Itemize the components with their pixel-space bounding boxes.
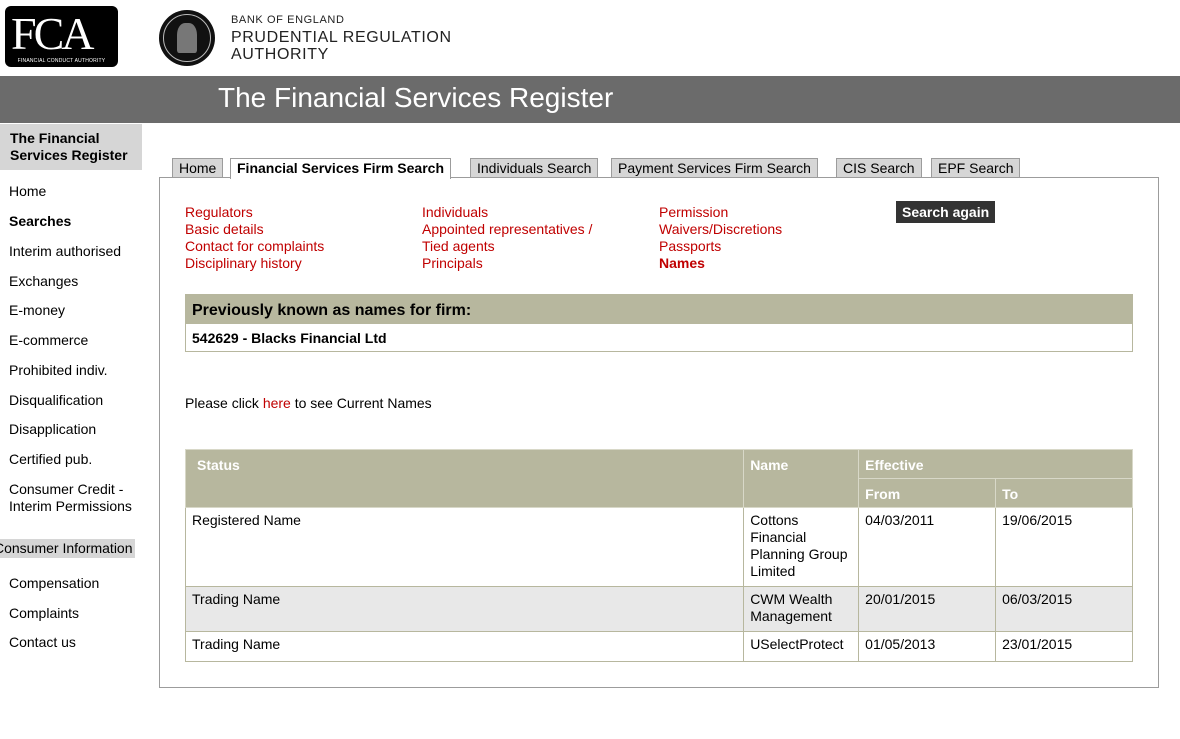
sidebar-item-exchanges[interactable]: Exchanges bbox=[9, 273, 78, 290]
col-header-from: From bbox=[858, 478, 997, 508]
previous-names-firm: 542629 - Blacks Financial Ltd bbox=[192, 330, 387, 346]
sidebar-item-interim-authorised[interactable]: Interim authorised bbox=[9, 243, 121, 260]
col-header-name: Name bbox=[743, 449, 860, 508]
previous-names-header: Previously known as names for firm: bbox=[186, 295, 1132, 324]
previous-names-heading: Previously known as names for firm: bbox=[192, 302, 472, 319]
current-names-suffix: to see Current Names bbox=[290, 395, 432, 411]
banner-title: The Financial Services Register bbox=[218, 82, 614, 113]
previous-names-box: Previously known as names for firm: 5426… bbox=[185, 294, 1133, 352]
cell-to: 19/06/2015 bbox=[995, 507, 1133, 587]
cell-name: Cottons Financial Planning Group Limited bbox=[743, 507, 860, 587]
cell-to: 23/01/2015 bbox=[995, 631, 1133, 662]
tab-cis-search[interactable]: CIS Search bbox=[836, 158, 922, 177]
sidebar-title-box[interactable]: The Financial Services Register bbox=[0, 124, 142, 170]
tab-epf-search[interactable]: EPF Search bbox=[931, 158, 1021, 177]
col-header-effective: Effective bbox=[858, 449, 1133, 479]
col-header-to: To bbox=[995, 478, 1133, 508]
sidebar-item-contact-us[interactable]: Contact us bbox=[9, 634, 76, 651]
cell-status: Trading Name bbox=[184, 631, 745, 662]
sidebar-title: The Financial Services Register bbox=[10, 130, 128, 163]
sidebar-item-certified-pub[interactable]: Certified pub. bbox=[9, 451, 92, 468]
current-names-prompt: Please click here to see Current Names bbox=[185, 395, 432, 411]
link-principals[interactable]: Principals bbox=[422, 255, 483, 272]
sidebar-consumer-header: Consumer Information bbox=[0, 539, 135, 558]
link-tied-agents[interactable]: Tied agents bbox=[422, 238, 495, 255]
tab-home[interactable]: Home bbox=[172, 158, 224, 177]
sidebar-item-searches[interactable]: Searches bbox=[9, 213, 71, 230]
link-names[interactable]: Names bbox=[659, 255, 705, 272]
pra-line-2: PRUDENTIAL REGULATION bbox=[231, 29, 452, 46]
sidebar-item-disapplication[interactable]: Disapplication bbox=[9, 421, 96, 438]
pra-logo-text[interactable]: BANK OF ENGLAND PRUDENTIAL REGULATION AU… bbox=[231, 12, 452, 63]
cell-to: 06/03/2015 bbox=[995, 586, 1133, 632]
link-contact-for-complaints[interactable]: Contact for complaints bbox=[185, 238, 324, 255]
pra-line-1: BANK OF ENGLAND bbox=[231, 14, 345, 26]
sidebar-item-consumer-credit[interactable]: Consumer Credit - Interim Permissions bbox=[9, 481, 144, 515]
cell-status: Trading Name bbox=[184, 586, 745, 632]
bank-of-england-seal-icon bbox=[159, 10, 215, 66]
col-header-status: Status bbox=[184, 449, 745, 508]
tab-payment-services-firm-search[interactable]: Payment Services Firm Search bbox=[611, 158, 818, 177]
cell-from: 20/01/2015 bbox=[858, 586, 997, 632]
table-row: Registered Name Cottons Financial Planni… bbox=[184, 507, 1133, 587]
sidebar-item-prohibited-indiv[interactable]: Prohibited indiv. bbox=[9, 362, 108, 379]
cell-name: CWM Wealth Management bbox=[743, 586, 860, 632]
cell-from: 04/03/2011 bbox=[858, 507, 997, 587]
sidebar-item-home[interactable]: Home bbox=[9, 183, 46, 200]
link-waivers-discretions[interactable]: Waivers/Discretions bbox=[659, 221, 782, 238]
link-basic-details[interactable]: Basic details bbox=[185, 221, 264, 238]
fca-logo-text: FCA bbox=[11, 8, 95, 59]
current-names-prefix: Please click bbox=[185, 395, 263, 411]
cell-name: USelectProtect bbox=[743, 631, 860, 662]
link-regulators[interactable]: Regulators bbox=[185, 204, 253, 221]
table-row: Trading Name CWM Wealth Management 20/01… bbox=[184, 586, 1133, 632]
table-row: Trading Name USelectProtect 01/05/2013 2… bbox=[184, 631, 1133, 662]
sidebar-item-e-money[interactable]: E-money bbox=[9, 302, 65, 319]
sidebar-item-compensation[interactable]: Compensation bbox=[9, 575, 99, 592]
sidebar-item-e-commerce[interactable]: E-commerce bbox=[9, 332, 88, 349]
names-table: Status Name Effective From To Registered… bbox=[184, 449, 1133, 662]
search-again-button[interactable]: Search again bbox=[896, 201, 996, 223]
fca-logo-subtitle: FINANCIAL CONDUCT AUTHORITY bbox=[17, 58, 106, 64]
link-permission[interactable]: Permission bbox=[659, 204, 728, 221]
link-passports[interactable]: Passports bbox=[659, 238, 721, 255]
tab-financial-services-firm-search[interactable]: Financial Services Firm Search bbox=[230, 158, 451, 179]
link-disciplinary-history[interactable]: Disciplinary history bbox=[185, 255, 302, 272]
tab-individuals-search[interactable]: Individuals Search bbox=[470, 158, 599, 177]
sidebar-item-complaints[interactable]: Complaints bbox=[9, 605, 79, 622]
link-appointed-representatives[interactable]: Appointed representatives / bbox=[422, 221, 592, 238]
page-banner: The Financial Services Register bbox=[0, 76, 1180, 123]
current-names-link[interactable]: here bbox=[263, 395, 291, 411]
link-individuals[interactable]: Individuals bbox=[422, 204, 488, 221]
cell-from: 01/05/2013 bbox=[858, 631, 997, 662]
sidebar-consumer-header-label: Consumer Information bbox=[0, 540, 133, 556]
pra-line-3: AUTHORITY bbox=[231, 46, 329, 63]
sidebar-item-disqualification[interactable]: Disqualification bbox=[9, 392, 103, 409]
cell-status: Registered Name bbox=[184, 507, 745, 587]
fca-logo[interactable]: FCA FINANCIAL CONDUCT AUTHORITY bbox=[5, 6, 118, 67]
